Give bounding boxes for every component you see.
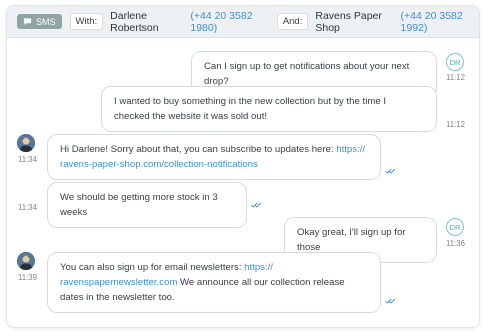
message-text: Okay great, I'll sign up for those xyxy=(297,227,406,253)
read-ticks-icon xyxy=(385,298,396,304)
message-bubble-outgoing: Hi Darlene! Sorry about that, you can su… xyxy=(47,134,381,180)
customer-phone[interactable]: (+44 20 3582 1980) xyxy=(190,10,268,34)
message-timestamp: 11:34 xyxy=(18,155,37,164)
read-ticks-icon xyxy=(251,202,262,208)
agent-avatar xyxy=(17,252,35,270)
message-timestamp: 11:36 xyxy=(446,239,465,248)
customer-avatar: DR xyxy=(446,53,464,71)
business-phone[interactable]: (+44 20 3582 1992) xyxy=(401,10,479,34)
message-text: We should be getting more stock in 3 wee… xyxy=(60,192,218,218)
read-ticks-icon xyxy=(385,168,396,174)
agent-avatar xyxy=(17,134,35,152)
message-text: You can also sign up for email newslette… xyxy=(60,262,245,273)
channel-label: SMS xyxy=(36,16,56,27)
avatar-initials: DR xyxy=(449,222,461,232)
message-text: Hi Darlene! Sorry about that, you can su… xyxy=(60,144,337,155)
message-text: Can I sign up to get notifications about… xyxy=(204,61,410,87)
message-bubble-incoming: I wanted to buy something in the new col… xyxy=(101,86,437,132)
customer-avatar: DR xyxy=(446,218,464,236)
conversation-header: SMS With: Darlene Robertson (+44 20 3582… xyxy=(7,6,479,38)
message-timestamp: 11:12 xyxy=(446,120,465,129)
channel-badge: SMS xyxy=(17,14,62,29)
message-bubble-outgoing: We should be getting more stock in 3 wee… xyxy=(47,182,247,228)
message-timestamp: 11:12 xyxy=(446,73,465,82)
conversation-panel: SMS With: Darlene Robertson (+44 20 3582… xyxy=(6,5,480,328)
message-bubble-outgoing: You can also sign up for email newslette… xyxy=(47,252,381,313)
business-name[interactable]: Ravens Paper Shop xyxy=(315,10,395,34)
avatar-initials: DR xyxy=(449,57,461,67)
chat-bubble-icon xyxy=(23,18,32,26)
message-text: I wanted to buy something in the new col… xyxy=(114,96,386,122)
and-label: And: xyxy=(276,13,309,30)
message-timestamp: 11:34 xyxy=(18,203,37,212)
customer-name[interactable]: Darlene Robertson xyxy=(110,10,185,34)
message-timestamp: 11:39 xyxy=(18,273,37,282)
with-label: With: xyxy=(69,13,104,30)
